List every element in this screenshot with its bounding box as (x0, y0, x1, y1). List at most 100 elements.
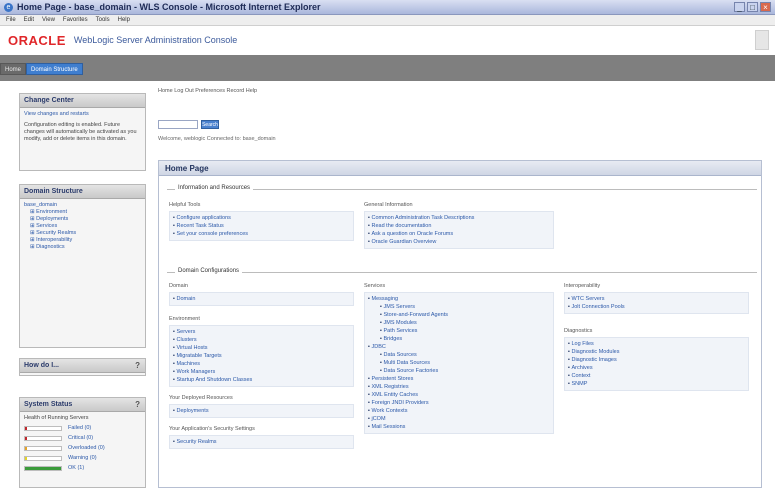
health-row: Failed (0) (24, 425, 141, 432)
health-label[interactable]: OK (1) (68, 465, 84, 472)
change-center-text: Configuration editing is enabled. Future… (24, 122, 137, 142)
deployments-link[interactable]: Deployments (173, 407, 350, 415)
section-title: Domain Configurations (175, 268, 243, 274)
menu-help[interactable]: Help (118, 17, 130, 23)
health-bar-fill (25, 447, 27, 450)
services-link[interactable]: Foreign JNDI Providers (368, 399, 550, 407)
environment-link[interactable]: Servers (173, 328, 350, 336)
deployed-resources-title: Your Deployed Resources (169, 395, 233, 401)
services-link[interactable]: Multi Data Sources (368, 359, 550, 367)
health-rows: Failed (0) Critical (0) Overloaded (0) Warn… (24, 425, 141, 472)
scrollbar[interactable] (755, 30, 769, 50)
menu-view[interactable]: View (42, 17, 55, 23)
menu-favorites[interactable]: Favorites (63, 17, 88, 23)
health-label[interactable]: Critical (0) (68, 435, 93, 442)
security-realms-link[interactable]: Security Realms (173, 438, 350, 446)
maximize-icon[interactable]: □ (747, 2, 758, 12)
diagnostics-link[interactable]: Diagnostic Images (568, 356, 745, 364)
interoperability-link[interactable]: Jolt Connection Pools (568, 303, 745, 311)
health-label[interactable]: Warning (0) (68, 455, 97, 462)
general-information-column: General Information Common Administratio… (364, 202, 554, 249)
menu-file[interactable]: File (6, 17, 16, 23)
services-link[interactable]: Bridges (368, 335, 550, 343)
services-link[interactable]: Data Sources (368, 351, 550, 359)
minimize-icon[interactable]: _ (734, 2, 745, 12)
services-link[interactable]: Path Services (368, 327, 550, 335)
environment-link[interactable]: Startup And Shutdown Classes (173, 376, 350, 384)
diagnostics-link[interactable]: Diagnostic Modules (568, 348, 745, 356)
menu-tools[interactable]: Tools (96, 17, 110, 23)
services-link[interactable]: JDBC (368, 343, 550, 351)
tab-domain-structure[interactable]: Domain Structure (26, 63, 83, 75)
environment-link[interactable]: Migratable Targets (173, 352, 350, 360)
services-link[interactable]: Work Contexts (368, 407, 550, 415)
diagnostics-link[interactable]: Log Files (568, 340, 745, 348)
change-center-title: Change Center (20, 94, 145, 108)
interoperability-link[interactable]: WTC Servers (568, 295, 745, 303)
domain-tree-item[interactable]: ⊞ Interoperability (24, 237, 141, 244)
services-link[interactable]: Store-and-Forward Agents (368, 311, 550, 319)
environment-link[interactable]: Work Managers (173, 368, 350, 376)
general-information-link[interactable]: Oracle Guardian Overview (368, 238, 550, 246)
environment-title: Environment (169, 316, 200, 322)
helpful-tools-link[interactable]: Recent Task Status (173, 222, 350, 230)
domain-tree-item[interactable]: ⊞ Deployments (24, 216, 141, 223)
domain-tree: base_domain ⊞ Environment ⊞ Deployments ⊞ S… (20, 199, 145, 254)
diagnostics-link[interactable]: Archives (568, 364, 745, 372)
services-link[interactable]: Messaging (368, 295, 550, 303)
services-link[interactable]: Mail Sessions (368, 423, 550, 431)
information-resources-section: Information and Resources Helpful Tools … (167, 185, 757, 267)
help-icon[interactable]: ? (135, 400, 140, 409)
how-do-i-header[interactable]: How do I... ? (20, 359, 145, 373)
health-label[interactable]: Overloaded (0) (68, 445, 105, 452)
diagnostics-link[interactable]: Context (568, 372, 745, 380)
view-changes-link[interactable]: View changes and restarts (24, 111, 141, 118)
services-link[interactable]: Persistent Stores (368, 375, 550, 383)
close-icon[interactable]: × (760, 2, 771, 12)
browser-menubar: File Edit View Favorites Tools Help (0, 15, 775, 26)
general-information-link[interactable]: Common Administration Task Descriptions (368, 214, 550, 222)
domain-tree-item[interactable]: ⊞ Security Realms (24, 230, 141, 237)
helpful-tools-link[interactable]: Configure applications (173, 214, 350, 222)
domain-structure-title: Domain Structure (20, 185, 145, 199)
health-bar (24, 426, 62, 431)
help-icon[interactable]: ? (135, 361, 140, 370)
breadcrumb: Home Log Out Preferences Record Help (158, 88, 258, 94)
helpful-tools-link[interactable]: Set your console preferences (173, 230, 350, 238)
services-link[interactable]: JMS Modules (368, 319, 550, 327)
deployed-resources-list: Deployments (169, 404, 354, 418)
environment-link[interactable]: Machines (173, 360, 350, 368)
services-title: Services (364, 283, 386, 289)
general-information-link[interactable]: Read the documentation (368, 222, 550, 230)
services-column: Services MessagingJMS ServersStore-and-F… (364, 283, 554, 434)
environment-link[interactable]: Virtual Hosts (173, 344, 350, 352)
health-bar (24, 456, 62, 461)
environment-link[interactable]: Clusters (173, 336, 350, 344)
domain-tree-item[interactable]: ⊞ Diagnostics (24, 244, 141, 251)
general-information-link[interactable]: Ask a question on Oracle Forums (368, 230, 550, 238)
health-label[interactable]: Failed (0) (68, 425, 91, 432)
services-link[interactable]: XML Registries (368, 383, 550, 391)
toolbar-tabs: Home Domain Structure (0, 63, 83, 75)
oracle-logo: ORACLE (8, 32, 66, 48)
domain-link[interactable]: Domain (173, 295, 350, 303)
app-security-list: Security Realms (169, 435, 354, 449)
services-link[interactable]: jCOM (368, 415, 550, 423)
diagnostics-link[interactable]: SNMP (568, 380, 745, 388)
services-link[interactable]: Data Source Factories (368, 367, 550, 375)
search-input[interactable] (158, 120, 198, 129)
search-button[interactable]: Search (201, 120, 219, 129)
domain-tree-item[interactable]: ⊞ Environment (24, 209, 141, 216)
health-subtitle: Health of Running Servers (24, 415, 89, 421)
services-link[interactable]: JMS Servers (368, 303, 550, 311)
tab-home[interactable]: Home (0, 63, 27, 75)
domain-tree-item[interactable]: ⊞ Services (24, 223, 141, 230)
console-toolbar (0, 55, 775, 81)
menu-edit[interactable]: Edit (24, 17, 34, 23)
main-content: Home Log Out Preferences Record Help Sea… (155, 84, 764, 488)
domain-configurations-section: Domain Configurations Domain Domain Envi… (167, 268, 757, 487)
domain-tree-item[interactable]: base_domain (24, 202, 141, 209)
app-security-title: Your Application's Security Settings (169, 426, 255, 432)
services-link[interactable]: XML Entity Caches (368, 391, 550, 399)
welcome-message: Welcome, weblogic Connected to: base_dom… (158, 136, 276, 142)
